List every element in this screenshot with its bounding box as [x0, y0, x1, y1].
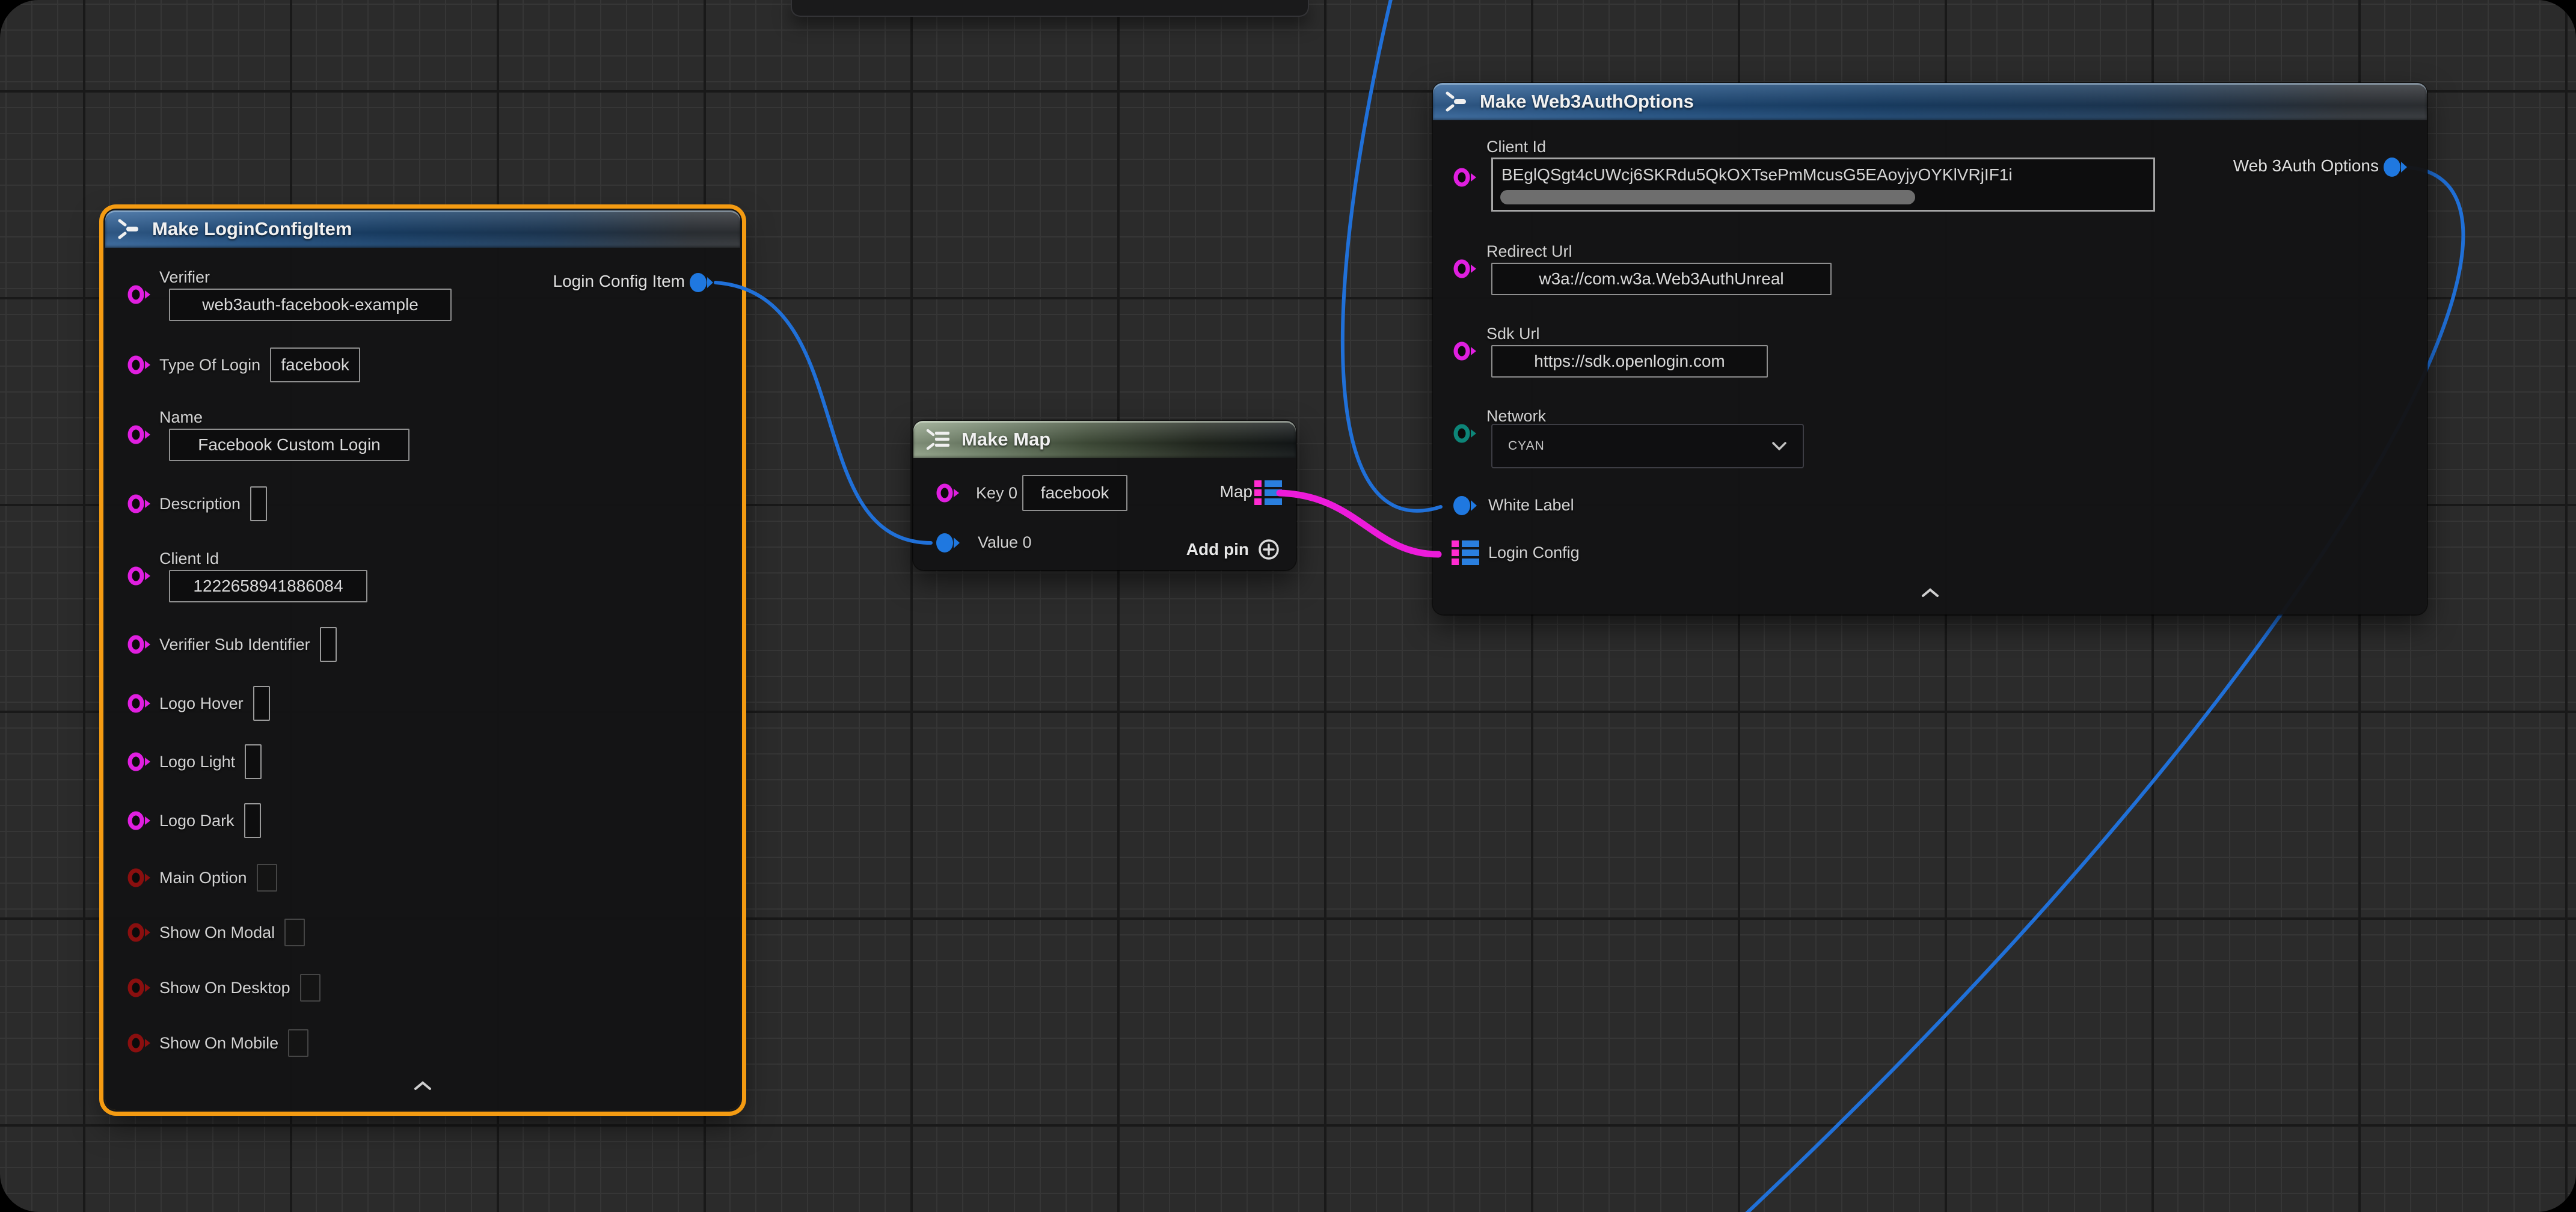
web-3auth-options-output-label: Web 3Auth Options: [2233, 156, 2379, 176]
login-config-label: Login Config: [1488, 543, 1580, 562]
graph-canvas[interactable]: Make LoginConfigItem Verifier web3auth-fac…: [0, 0, 2576, 1212]
description-label: Description: [159, 495, 241, 513]
chevron-down-icon: [1771, 441, 1787, 451]
value-0-label: Value 0: [978, 533, 1032, 552]
make-struct-icon: [1445, 91, 1470, 112]
add-pin-label: Add pin: [1186, 540, 1249, 559]
name-pin[interactable]: [126, 424, 153, 445]
network-selected-value: CYAN: [1508, 439, 1545, 453]
show-on-mobile-label: Show On Mobile: [159, 1034, 278, 1053]
client-id-input[interactable]: BEglQSgt4cUWcj6SKRdu5QkOXTsePmMcusG5EAoy…: [1491, 158, 2155, 212]
main-option-checkbox[interactable]: [257, 864, 277, 892]
show-on-modal-label: Show On Modal: [159, 923, 275, 942]
node-header-make-login-config-item[interactable]: Make LoginConfigItem: [105, 210, 740, 248]
show-on-desktop-label: Show On Desktop: [159, 979, 290, 997]
login-config-item-output-label: Login Config Item: [553, 272, 685, 291]
verifier-sub-identifier-pin[interactable]: [126, 634, 153, 655]
show-on-modal-checkbox[interactable]: [284, 919, 305, 946]
main-option-pin[interactable]: [126, 867, 153, 889]
sdk-url-label: Sdk Url: [1486, 325, 1540, 343]
client-id-input[interactable]: 1222658941886084: [169, 570, 367, 602]
name-label: Name: [159, 408, 203, 427]
make-container-icon: [925, 429, 952, 450]
logo-light-pin[interactable]: [126, 751, 153, 773]
logo-dark-label: Logo Dark: [159, 812, 235, 830]
type-of-login-pin[interactable]: [126, 354, 153, 376]
client-id-text: BEglQSgt4cUWcj6SKRdu5QkOXTsePmMcusG5EAoy…: [1493, 159, 2153, 185]
network-dropdown[interactable]: CYAN: [1491, 424, 1804, 468]
show-on-mobile-checkbox[interactable]: [288, 1029, 308, 1057]
logo-light-input[interactable]: [245, 744, 262, 779]
description-input[interactable]: [250, 486, 267, 521]
show-on-desktop-pin[interactable]: [126, 977, 153, 999]
verifier-pin[interactable]: [126, 284, 153, 305]
add-pin-icon: [1257, 538, 1280, 561]
web-3auth-options-output-pin[interactable]: [2382, 156, 2409, 178]
show-on-modal-pin[interactable]: [126, 922, 153, 943]
logo-dark-input[interactable]: [244, 803, 261, 838]
network-pin[interactable]: [1452, 423, 1479, 444]
verifier-sub-identifier-label: Verifier Sub Identifier: [159, 635, 310, 654]
sdk-url-pin[interactable]: [1452, 340, 1479, 362]
sdk-url-input[interactable]: https://sdk.openlogin.com: [1491, 345, 1768, 378]
logo-dark-pin[interactable]: [126, 810, 153, 831]
node-make-web3auth-options[interactable]: Make Web3AuthOptions Client Id BEglQSgt4cU…: [1433, 83, 2427, 614]
description-pin[interactable]: [126, 493, 153, 515]
login-config-item-output-pin[interactable]: [688, 272, 715, 293]
client-id-pin[interactable]: [126, 565, 153, 587]
node-title: Make LoginConfigItem: [152, 218, 352, 240]
verifier-input[interactable]: web3auth-facebook-example: [169, 289, 452, 321]
key-0-input[interactable]: facebook: [1022, 475, 1127, 511]
network-label: Network: [1486, 407, 1546, 426]
client-id-label: Client Id: [1486, 138, 1546, 156]
logo-hover-label: Logo Hover: [159, 694, 244, 713]
collapse-node-chevron[interactable]: [412, 1080, 434, 1092]
redirect-url-pin[interactable]: [1452, 258, 1479, 280]
collapse-node-chevron[interactable]: [1919, 587, 1941, 599]
node-header-make-map[interactable]: Make Map: [913, 421, 1296, 458]
logo-hover-pin[interactable]: [126, 693, 153, 714]
offscreen-node-fragment: [791, 0, 1309, 17]
logo-hover-input[interactable]: [253, 686, 270, 721]
redirect-url-input[interactable]: w3a://com.w3a.Web3AuthUnreal: [1491, 263, 1832, 295]
type-of-login-input[interactable]: facebook: [270, 347, 360, 382]
client-id-pin[interactable]: [1452, 167, 1479, 188]
white-label-label: White Label: [1488, 496, 1574, 515]
value-0-pin[interactable]: [935, 532, 961, 554]
show-on-desktop-checkbox[interactable]: [300, 974, 320, 1002]
redirect-url-label: Redirect Url: [1486, 242, 1572, 261]
map-output-label: Map: [1220, 482, 1253, 501]
add-pin-button[interactable]: Add pin: [1186, 538, 1280, 561]
make-struct-icon: [117, 219, 143, 239]
verifier-sub-identifier-input[interactable]: [320, 627, 337, 662]
client-id-label: Client Id: [159, 549, 219, 568]
client-id-scrollbar[interactable]: [1500, 190, 1915, 204]
main-option-label: Main Option: [159, 869, 247, 887]
name-input[interactable]: Facebook Custom Login: [169, 429, 409, 461]
white-label-pin[interactable]: [1452, 495, 1479, 516]
node-make-login-config-item[interactable]: Make LoginConfigItem Verifier web3auth-fac…: [105, 210, 740, 1110]
login-config-pin[interactable]: [1452, 540, 1478, 562]
show-on-mobile-pin[interactable]: [126, 1032, 153, 1054]
key-0-label: Key 0: [976, 484, 1017, 503]
node-header-make-web3auth-options[interactable]: Make Web3AuthOptions: [1433, 83, 2427, 120]
node-title: Make Map: [961, 429, 1050, 450]
node-make-map[interactable]: Make Map Key 0 facebook Value 0 Map Add pin: [913, 421, 1296, 570]
logo-light-label: Logo Light: [159, 753, 235, 771]
key-0-pin[interactable]: [935, 482, 961, 504]
verifier-label: Verifier: [159, 268, 210, 287]
type-of-login-label: Type Of Login: [159, 356, 260, 375]
node-title: Make Web3AuthOptions: [1480, 91, 1694, 112]
